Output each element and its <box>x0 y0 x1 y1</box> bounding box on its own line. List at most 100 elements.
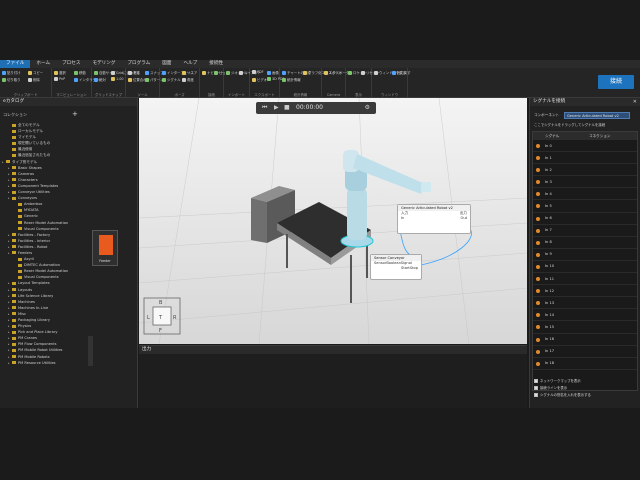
conveyor-signal-node[interactable]: Sensor Conveyor SensorBooleanSignal Star… <box>370 254 422 280</box>
ribbon-button[interactable]: 画像 <box>267 70 279 75</box>
tree-item[interactable]: ▸ PM Resource Utilities <box>0 360 88 366</box>
checkbox-icon[interactable] <box>534 379 538 383</box>
close-icon[interactable]: ✕ <box>633 99 637 105</box>
tree-item-label: PM Flow Components <box>18 342 57 347</box>
ribbon-button[interactable]: PDF <box>252 70 264 74</box>
connect-signals-panel: シグナルを接続 ✕ コンポーネント Generic Articulated Ro… <box>529 98 640 408</box>
menu-item[interactable]: 接続性 <box>203 60 229 68</box>
menu-item[interactable]: ファイル <box>0 60 31 68</box>
tree-item-label: Cameras <box>18 171 34 176</box>
signal-dot-icon <box>536 337 540 342</box>
signal-table-header: シグナル コネクション <box>533 132 637 140</box>
ribbon-button[interactable]: 1.00 <box>111 77 124 81</box>
signal-row[interactable]: In 0 <box>533 140 637 153</box>
signal-row[interactable]: In 1 <box>533 152 637 165</box>
tool-icon <box>361 71 365 75</box>
signal-row[interactable]: In 18 <box>533 358 637 370</box>
signal-row[interactable]: In 9 <box>533 249 637 261</box>
component-dropdown[interactable]: Generic Articulated Robot v2 <box>564 112 630 119</box>
signal-row[interactable]: In 8 <box>533 237 637 249</box>
checkbox-label: 接続ラインを表示 <box>540 386 568 390</box>
signal-row[interactable]: In 11 <box>533 273 637 286</box>
ribbon-group: チャートの作成グラフ化エクスポート統計情報統計情報 <box>280 68 342 98</box>
ribbon-button[interactable]: 角度 <box>182 77 194 82</box>
signal-row[interactable]: In 14 <box>533 309 637 322</box>
robot-signal-node[interactable]: Generic Articulated Robot v2 入力 出力 In Ou… <box>397 204 471 234</box>
ribbon-button[interactable]: 測定 <box>128 70 140 75</box>
checkbox-icon[interactable] <box>534 386 538 390</box>
signal-row[interactable]: In 15 <box>533 321 637 334</box>
ribbon-group: 自動サイズGridに合わせる絶対1.00グリッドスナップ <box>92 68 140 98</box>
ribbon-button[interactable]: 統計情報 <box>282 77 301 82</box>
connect-button[interactable]: 接続 <box>598 75 634 89</box>
tool-icon <box>182 78 186 82</box>
ribbon-button[interactable]: コピー <box>28 70 43 75</box>
reset-icon[interactable]: ⏮ <box>262 104 267 112</box>
ribbon-button[interactable]: 切り取り <box>2 77 21 82</box>
tree-item-label: Rexer Model Automation <box>24 269 69 274</box>
signal-dot-icon <box>536 325 540 330</box>
signal-row[interactable]: In 6 <box>533 213 637 225</box>
signal-row[interactable]: In 17 <box>533 346 637 358</box>
ribbon-button[interactable]: シグナル <box>162 77 181 82</box>
signal-name: In 13 <box>545 300 555 305</box>
ribbon-button[interactable]: リニア <box>182 70 197 75</box>
component-selector: コンポーネント Generic Articulated Robot v2 <box>532 112 638 119</box>
signal-row[interactable]: In 16 <box>533 334 637 346</box>
signal-row[interactable]: In 7 <box>533 225 637 237</box>
add-collection-icon[interactable]: + <box>72 110 78 118</box>
ribbon-button[interactable]: 絶対 <box>94 77 106 82</box>
col-signal[interactable]: シグナル <box>545 132 559 140</box>
folder-icon <box>18 221 22 224</box>
col-connection[interactable]: コネクション <box>589 132 611 140</box>
signal-row[interactable]: In 2 <box>533 164 637 177</box>
settings-icon[interactable]: ⚙ <box>365 104 370 111</box>
display-options: ネットワークマップを表示 接続ラインを表示シグナルの別名を入れを表示する <box>534 378 591 399</box>
signal-row[interactable]: In 3 <box>533 176 637 189</box>
simulation-play-bar[interactable]: ⏮ ▶ ■ 00:00:00 ⚙ <box>256 102 376 114</box>
signal-row[interactable]: In 4 <box>533 188 637 201</box>
robot-node-out-port[interactable]: Out <box>460 216 467 221</box>
model-thumbnail[interactable]: Feeder <box>92 230 118 266</box>
tree-item-label: Visual Components <box>24 275 59 280</box>
folder-icon <box>12 233 16 237</box>
tool-icon <box>226 71 230 75</box>
menu-item[interactable]: プログラム <box>121 60 156 68</box>
tool-icon <box>111 71 115 75</box>
ribbon-button[interactable]: 選択 <box>54 70 66 75</box>
ribbon-button[interactable]: 元に戻す <box>392 70 411 75</box>
3d-viewport[interactable]: T L R B F ⏮ ▶ ■ 00:00:00 ⚙ Generic Artic… <box>139 98 527 344</box>
ribbon-button[interactable]: PnP <box>54 77 65 81</box>
ribbon-button-label: 1.00 <box>116 77 124 81</box>
option-checkbox[interactable]: シグナルの別名を入れを表示する <box>534 392 591 399</box>
checkbox-icon[interactable] <box>534 393 538 397</box>
menu-item[interactable]: ヘルプ <box>177 60 203 68</box>
menu-item[interactable]: モデリング <box>86 60 121 68</box>
menu-item[interactable]: ホーム <box>30 60 56 68</box>
menu-item[interactable]: 図面 <box>156 60 177 68</box>
robot-node-in-port[interactable]: In <box>401 216 404 220</box>
tool-icon <box>74 78 78 82</box>
conveyor-startstop-port[interactable]: StartStop <box>371 266 421 271</box>
option-checkbox[interactable]: ネットワークマップを表示 <box>534 378 591 385</box>
folder-icon <box>12 141 16 145</box>
tool-icon <box>282 71 286 75</box>
tree-item-label: Life Science Library <box>18 293 54 298</box>
ribbon-button[interactable]: ビデオ <box>252 77 267 82</box>
stop-icon[interactable]: ■ <box>284 104 290 111</box>
signal-row[interactable]: In 12 <box>533 285 637 298</box>
option-checkbox[interactable]: 接続ラインを表示 <box>534 385 591 392</box>
tool-icon <box>252 70 256 74</box>
signal-row[interactable]: In 5 <box>533 200 637 213</box>
ribbon-button[interactable]: 貼り付け <box>2 70 21 75</box>
signal-row[interactable]: In 10 <box>533 261 637 274</box>
checkbox-label: ネットワークマップを表示 <box>540 379 581 383</box>
ribbon-button[interactable]: 移動 <box>74 70 86 75</box>
menu-item[interactable]: プロセス <box>56 60 86 68</box>
tree-item-label: PM Mobile Robots <box>18 354 50 359</box>
preview-side-tab[interactable] <box>88 336 93 366</box>
tree-item-label: Rexer Model Automation <box>24 220 69 225</box>
signal-row[interactable]: In 13 <box>533 297 637 310</box>
play-icon[interactable]: ▶ <box>274 104 279 111</box>
ribbon-button[interactable]: 削除 <box>28 77 40 82</box>
